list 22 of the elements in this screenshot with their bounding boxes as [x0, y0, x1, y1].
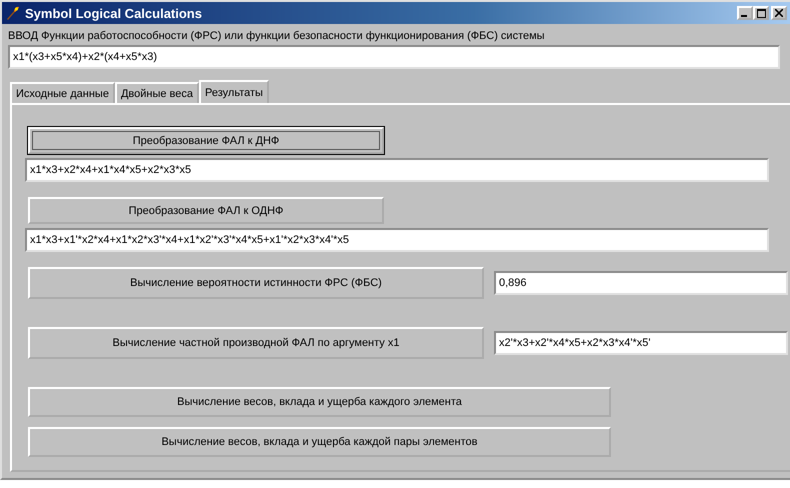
tab[interactable]: Результаты [199, 80, 269, 104]
result-field[interactable]: x1*x3+x1'*x2*x4+x1*x2*x3'*x4+x1*x2'*x3'*x4*x5+x1'*x2*x3*x4'*x5 [25, 228, 769, 252]
function-input[interactable]: x1*(x3+x5*x4)+x2*(x4+x5*x3) [8, 45, 780, 69]
close-icon [775, 9, 783, 17]
result-field[interactable]: 0,896 [494, 271, 788, 295]
tab[interactable]: Двойные веса [114, 82, 199, 103]
action-button[interactable]: Преобразование ФАЛ к ДНФ [28, 127, 384, 154]
action-button[interactable]: Вычисление весов, вклада и ущерба каждой пары элементов [28, 427, 611, 457]
close-button[interactable] [771, 6, 787, 20]
tab[interactable]: Исходные данные [10, 82, 115, 103]
action-button[interactable]: Вычисление частной производной ФАЛ по аргументу x1 [28, 327, 484, 359]
action-button[interactable]: Вычисление весов, вклада и ущерба каждого элемента [28, 387, 611, 417]
result-field[interactable]: x2'*x3+x2'*x4*x5+x2*x3*x4'*x5' [494, 331, 788, 355]
maximize-icon [756, 8, 766, 18]
minimize-button[interactable] [737, 6, 753, 20]
action-button[interactable]: Вычисление вероятности истинности ФРС (ФБС) [28, 267, 484, 299]
action-button[interactable]: Преобразование ФАЛ к ОДНФ [28, 197, 384, 224]
maximize-button[interactable] [753, 6, 769, 20]
torch-icon [5, 5, 21, 21]
window-title: Symbol Logical Calculations [25, 6, 203, 20]
input-label: ВВОД Функции работоспособности (ФРС) или функции безопасности функционирования (ФБС) системы [8, 30, 546, 42]
result-field[interactable]: x1*x3+x2*x4+x1*x4*x5+x2*x3*x5 [25, 158, 769, 182]
